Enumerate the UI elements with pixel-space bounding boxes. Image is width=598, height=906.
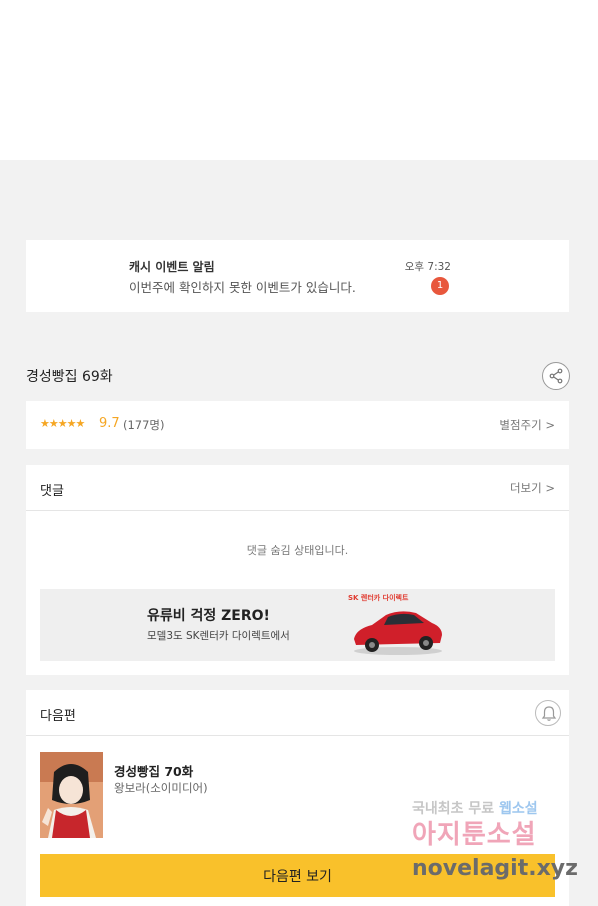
next-episode-author: 왕보라(소이미디어) bbox=[114, 781, 208, 795]
rate-button[interactable]: 별점주기 > bbox=[499, 417, 555, 433]
comments-label: 댓글 bbox=[40, 484, 64, 499]
ad-subtext: 모델3도 SK렌터카 다이렉트에서 bbox=[147, 630, 290, 642]
ad-banner[interactable]: 유류비 걱정 ZERO! 모델3도 SK렌터카 다이렉트에서 SK 렌터카 다이… bbox=[40, 589, 555, 661]
notification-time: 오후 7:32 bbox=[404, 261, 451, 273]
next-episode-thumbnail[interactable] bbox=[40, 752, 103, 838]
rating-stars: ★★★★★ bbox=[40, 417, 85, 430]
comments-header: 댓글 더보기 > bbox=[26, 465, 569, 511]
share-icon bbox=[549, 368, 563, 384]
next-episode-header: 다음편 bbox=[26, 690, 569, 736]
event-notification-card[interactable]: 캐시 이벤트 알림 이번주에 확인하지 못한 이벤트가 있습니다. 오후 7:3… bbox=[26, 240, 569, 312]
top-blank-area bbox=[0, 0, 598, 160]
episode-title: 경성빵집 69화 bbox=[26, 369, 113, 385]
rating-count: (177명) bbox=[123, 418, 165, 432]
notify-button[interactable] bbox=[535, 700, 561, 726]
next-episode-label: 다음편 bbox=[40, 709, 76, 724]
next-episode-card: 다음편 경성빵집 70화 왕보라(소이미디어) 다음편 보기 bbox=[26, 690, 569, 906]
notification-message: 이번주에 확인하지 못한 이벤트가 있습니다. bbox=[129, 280, 356, 295]
comments-hidden-message: 댓글 숨김 상태입니다. bbox=[246, 544, 349, 557]
rating-card: ★★★★★ 9.7 (177명) 별점주기 > bbox=[26, 401, 569, 449]
notification-badge: 1 bbox=[431, 277, 449, 295]
notification-title: 캐시 이벤트 알림 bbox=[129, 260, 215, 274]
next-episode-title[interactable]: 경성빵집 70화 bbox=[114, 761, 193, 780]
thumbnail-illustration bbox=[40, 752, 103, 838]
share-button[interactable] bbox=[542, 362, 570, 390]
comments-card: 댓글 더보기 > 댓글 숨김 상태입니다. 유류비 걱정 ZERO! 모델3도 … bbox=[26, 465, 569, 675]
next-episode-button[interactable]: 다음편 보기 bbox=[40, 854, 555, 897]
comments-more-link[interactable]: 더보기 > bbox=[510, 480, 555, 496]
rating-score: 9.7 bbox=[99, 416, 120, 431]
car-image bbox=[354, 611, 442, 655]
bell-icon bbox=[541, 706, 557, 721]
ad-headline: 유류비 걱정 ZERO! bbox=[147, 608, 270, 624]
